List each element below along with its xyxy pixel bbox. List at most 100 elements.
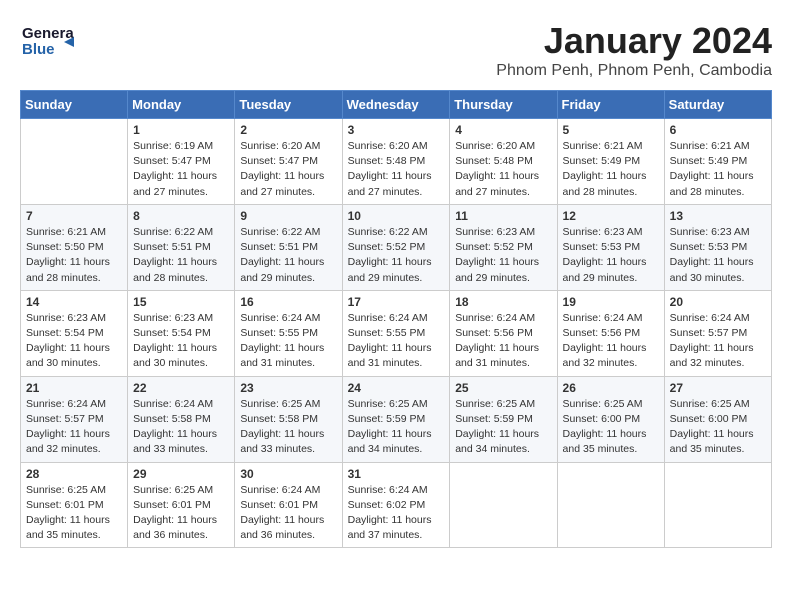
day-info: Sunrise: 6:25 AM Sunset: 5:59 PM Dayligh… (348, 397, 445, 458)
calendar-cell (664, 462, 771, 548)
day-info: Sunrise: 6:25 AM Sunset: 5:59 PM Dayligh… (455, 397, 551, 458)
weekday-header-saturday: Saturday (664, 91, 771, 119)
day-number: 11 (455, 209, 551, 223)
day-number: 28 (26, 467, 122, 481)
day-number: 15 (133, 295, 229, 309)
calendar-cell: 13Sunrise: 6:23 AM Sunset: 5:53 PM Dayli… (664, 204, 771, 290)
day-info: Sunrise: 6:22 AM Sunset: 5:52 PM Dayligh… (348, 225, 445, 286)
day-number: 18 (455, 295, 551, 309)
day-info: Sunrise: 6:24 AM Sunset: 6:01 PM Dayligh… (240, 483, 336, 544)
calendar-cell: 30Sunrise: 6:24 AM Sunset: 6:01 PM Dayli… (235, 462, 342, 548)
day-info: Sunrise: 6:24 AM Sunset: 5:56 PM Dayligh… (455, 311, 551, 372)
calendar-cell: 2 Sunrise: 6:20 AM Sunset: 5:47 PM Daylig… (235, 119, 342, 205)
calendar-cell: 24 Sunrise: 6:25 AM Sunset: 5:59 PM Dayli… (342, 376, 450, 462)
day-number: 22 (133, 381, 229, 395)
calendar-cell: 11 Sunrise: 6:23 AM Sunset: 5:52 PM Dayli… (450, 204, 557, 290)
calendar-cell: 15 Sunrise: 6:23 AM Sunset: 5:54 PM Dayli… (128, 290, 235, 376)
day-info: Sunrise: 6:22 AM Sunset: 5:51 PM Dayligh… (240, 225, 336, 286)
day-info: Sunrise: 6:25 AM Sunset: 6:00 PM Dayligh… (670, 397, 766, 458)
calendar-cell: 1Sunrise: 6:19 AM Sunset: 5:47 PM Daylig… (128, 119, 235, 205)
calendar-week-1: 7 Sunrise: 6:21 AM Sunset: 5:50 PM Daylig… (21, 204, 772, 290)
calendar-cell: 8Sunrise: 6:22 AM Sunset: 5:51 PM Daylig… (128, 204, 235, 290)
calendar-subtitle: Phnom Penh, Phnom Penh, Cambodia (496, 62, 772, 80)
day-number: 29 (133, 467, 229, 481)
calendar-cell: 26 Sunrise: 6:25 AM Sunset: 6:00 PM Dayli… (557, 376, 664, 462)
day-number: 7 (26, 209, 122, 223)
calendar-cell: 10 Sunrise: 6:22 AM Sunset: 5:52 PM Dayli… (342, 204, 450, 290)
svg-text:General: General (22, 25, 74, 42)
weekday-header-friday: Friday (557, 91, 664, 119)
day-info: Sunrise: 6:25 AM Sunset: 6:00 PM Dayligh… (563, 397, 659, 458)
weekday-header-row: SundayMondayTuesdayWednesdayThursdayFrid… (21, 91, 772, 119)
day-info: Sunrise: 6:20 AM Sunset: 5:47 PM Dayligh… (240, 139, 336, 200)
day-info: Sunrise: 6:22 AM Sunset: 5:51 PM Dayligh… (133, 225, 229, 286)
calendar-cell: 28Sunrise: 6:25 AM Sunset: 6:01 PM Dayli… (21, 462, 128, 548)
day-info: Sunrise: 6:24 AM Sunset: 5:55 PM Dayligh… (348, 311, 445, 372)
calendar-cell: 9 Sunrise: 6:22 AM Sunset: 5:51 PM Daylig… (235, 204, 342, 290)
logo-icon: General Blue (20, 20, 74, 64)
calendar-cell: 12 Sunrise: 6:23 AM Sunset: 5:53 PM Dayli… (557, 204, 664, 290)
calendar-title: January 2024 (496, 20, 772, 62)
calendar-cell: 6Sunrise: 6:21 AM Sunset: 5:49 PM Daylig… (664, 119, 771, 205)
calendar-cell: 17 Sunrise: 6:24 AM Sunset: 5:55 PM Dayli… (342, 290, 450, 376)
day-info: Sunrise: 6:19 AM Sunset: 5:47 PM Dayligh… (133, 139, 229, 200)
day-info: Sunrise: 6:24 AM Sunset: 6:02 PM Dayligh… (348, 483, 445, 544)
day-number: 31 (348, 467, 445, 481)
day-number: 24 (348, 381, 445, 395)
day-number: 26 (563, 381, 659, 395)
weekday-header-sunday: Sunday (21, 91, 128, 119)
day-number: 14 (26, 295, 122, 309)
day-info: Sunrise: 6:21 AM Sunset: 5:49 PM Dayligh… (563, 139, 659, 200)
calendar-cell: 25 Sunrise: 6:25 AM Sunset: 5:59 PM Dayli… (450, 376, 557, 462)
calendar-cell: 14 Sunrise: 6:23 AM Sunset: 5:54 PM Dayli… (21, 290, 128, 376)
calendar-cell: 19Sunrise: 6:24 AM Sunset: 5:56 PM Dayli… (557, 290, 664, 376)
logo: General Blue (20, 20, 80, 64)
day-info: Sunrise: 6:25 AM Sunset: 5:58 PM Dayligh… (240, 397, 336, 458)
svg-text:Blue: Blue (22, 41, 55, 58)
day-info: Sunrise: 6:23 AM Sunset: 5:54 PM Dayligh… (133, 311, 229, 372)
day-info: Sunrise: 6:23 AM Sunset: 5:52 PM Dayligh… (455, 225, 551, 286)
calendar-week-0: 1Sunrise: 6:19 AM Sunset: 5:47 PM Daylig… (21, 119, 772, 205)
weekday-header-monday: Monday (128, 91, 235, 119)
calendar-week-3: 21Sunrise: 6:24 AM Sunset: 5:57 PM Dayli… (21, 376, 772, 462)
calendar-cell: 16Sunrise: 6:24 AM Sunset: 5:55 PM Dayli… (235, 290, 342, 376)
day-info: Sunrise: 6:23 AM Sunset: 5:53 PM Dayligh… (563, 225, 659, 286)
day-number: 9 (240, 209, 336, 223)
day-number: 3 (348, 123, 445, 137)
day-info: Sunrise: 6:20 AM Sunset: 5:48 PM Dayligh… (455, 139, 551, 200)
calendar-cell (557, 462, 664, 548)
day-number: 23 (240, 381, 336, 395)
calendar-cell: 31 Sunrise: 6:24 AM Sunset: 6:02 PM Dayli… (342, 462, 450, 548)
day-number: 6 (670, 123, 766, 137)
day-number: 25 (455, 381, 551, 395)
day-info: Sunrise: 6:24 AM Sunset: 5:58 PM Dayligh… (133, 397, 229, 458)
day-number: 10 (348, 209, 445, 223)
day-info: Sunrise: 6:20 AM Sunset: 5:48 PM Dayligh… (348, 139, 445, 200)
day-number: 2 (240, 123, 336, 137)
calendar-cell: 3 Sunrise: 6:20 AM Sunset: 5:48 PM Daylig… (342, 119, 450, 205)
calendar-cell: 4Sunrise: 6:20 AM Sunset: 5:48 PM Daylig… (450, 119, 557, 205)
calendar-cell: 7 Sunrise: 6:21 AM Sunset: 5:50 PM Daylig… (21, 204, 128, 290)
weekday-header-thursday: Thursday (450, 91, 557, 119)
day-info: Sunrise: 6:24 AM Sunset: 5:57 PM Dayligh… (670, 311, 766, 372)
calendar-cell: 5 Sunrise: 6:21 AM Sunset: 5:49 PM Daylig… (557, 119, 664, 205)
calendar-table: SundayMondayTuesdayWednesdayThursdayFrid… (20, 90, 772, 548)
day-number: 17 (348, 295, 445, 309)
calendar-cell (21, 119, 128, 205)
calendar-week-2: 14 Sunrise: 6:23 AM Sunset: 5:54 PM Dayli… (21, 290, 772, 376)
day-info: Sunrise: 6:21 AM Sunset: 5:50 PM Dayligh… (26, 225, 122, 286)
weekday-header-tuesday: Tuesday (235, 91, 342, 119)
day-info: Sunrise: 6:23 AM Sunset: 5:54 PM Dayligh… (26, 311, 122, 372)
day-number: 19 (563, 295, 659, 309)
day-info: Sunrise: 6:25 AM Sunset: 6:01 PM Dayligh… (133, 483, 229, 544)
calendar-cell: 29 Sunrise: 6:25 AM Sunset: 6:01 PM Dayli… (128, 462, 235, 548)
calendar-cell: 20 Sunrise: 6:24 AM Sunset: 5:57 PM Dayli… (664, 290, 771, 376)
day-number: 5 (563, 123, 659, 137)
day-number: 16 (240, 295, 336, 309)
day-number: 20 (670, 295, 766, 309)
day-number: 12 (563, 209, 659, 223)
day-number: 27 (670, 381, 766, 395)
calendar-cell: 21Sunrise: 6:24 AM Sunset: 5:57 PM Dayli… (21, 376, 128, 462)
calendar-cell: 23 Sunrise: 6:25 AM Sunset: 5:58 PM Dayli… (235, 376, 342, 462)
day-info: Sunrise: 6:24 AM Sunset: 5:57 PM Dayligh… (26, 397, 122, 458)
